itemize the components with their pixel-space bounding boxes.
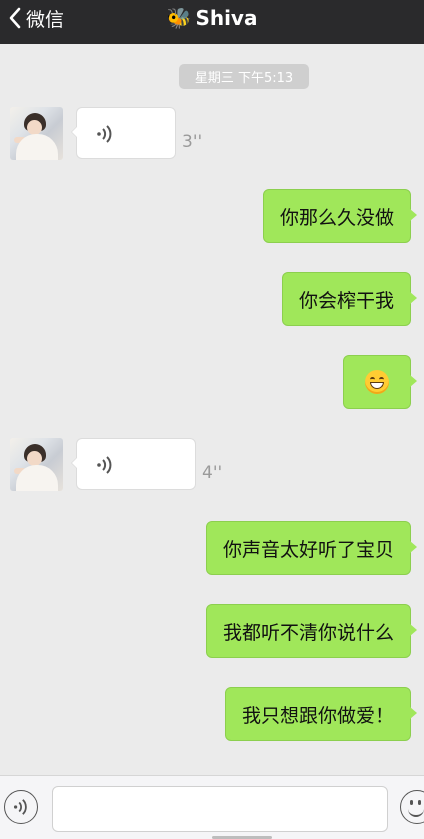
input-bar <box>0 775 424 839</box>
voice-wave-icon <box>13 799 27 815</box>
sent-message[interactable]: 你那么久没做 <box>262 189 418 243</box>
timestamp-pill: 星期三 下午5:13 <box>179 64 309 89</box>
smiling-face-icon <box>365 370 389 394</box>
contact-avatar[interactable] <box>10 438 63 491</box>
chat-title: 🐝 Shiva <box>0 0 424 36</box>
voice-input-button[interactable] <box>4 790 38 824</box>
sent-message[interactable]: 我只想跟你做爱！ <box>224 687 418 741</box>
nav-bar: 微信 🐝 Shiva <box>0 0 424 44</box>
voice-duration: 3'' <box>182 132 203 152</box>
contact-avatar[interactable] <box>10 107 63 160</box>
emoji-button[interactable] <box>400 790 424 824</box>
voice-wave-icon <box>97 456 112 474</box>
voice-message[interactable] <box>71 107 176 159</box>
voice-wave-icon <box>97 125 112 143</box>
contact-name: Shiva <box>195 6 258 30</box>
sent-message[interactable]: 你会榨干我 <box>281 272 418 326</box>
voice-message[interactable] <box>71 438 196 490</box>
bee-icon: 🐝 <box>166 6 192 30</box>
sent-message[interactable]: 我都听不清你说什么 <box>205 604 418 658</box>
message-input[interactable] <box>52 786 388 832</box>
voice-duration: 4'' <box>202 463 223 483</box>
sent-message[interactable]: 你声音太好听了宝贝 <box>205 521 418 575</box>
sent-emoji-message[interactable] <box>343 355 417 409</box>
